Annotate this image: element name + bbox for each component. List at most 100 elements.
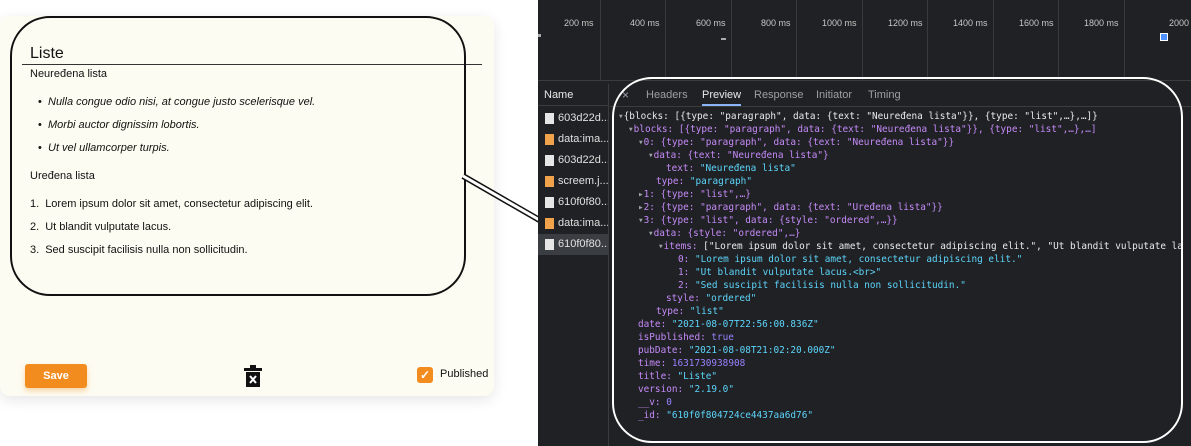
tree-value: "Lorem ipsum dolor sit amet, consectetur… (694, 254, 1023, 265)
tree-row: 0: "Lorem ipsum dolor sit amet, consecte… (678, 253, 1022, 266)
timeline-tick: 1800 ms (1084, 18, 1119, 28)
tree-key: items: (663, 241, 704, 252)
tree-row: isPublished: true (638, 331, 734, 344)
tree-row[interactable]: ▾blocks: [{type: "paragraph", data: {tex… (628, 123, 1096, 136)
image-icon (545, 133, 554, 145)
tree-value: "Sed suscipit facilisis nulla non sollic… (694, 280, 966, 291)
tree-value: "ordered" (705, 293, 757, 304)
paragraph-block-1[interactable]: Neuređena lista (30, 68, 107, 80)
tree-row: type: "list" (656, 305, 724, 318)
timeline-gridline (993, 0, 994, 80)
tree-row[interactable]: ▾items: ["Lorem ipsum dolor sit amet, co… (658, 240, 1183, 253)
tree-row[interactable]: ▾data: {style: "ordered",…} (648, 227, 800, 240)
tree-row: type: "paragraph" (656, 175, 752, 188)
list-item[interactable]: 2. Ut blandit vulputate lacus. (30, 221, 171, 233)
timeline-marker (1160, 33, 1168, 41)
tab-timing[interactable]: Timing (868, 84, 901, 106)
tree-row[interactable]: ▾0: {type: "paragraph", data: {text: "Ne… (638, 136, 954, 149)
timeline-gridline (600, 0, 601, 80)
request-name: 603d22d... (558, 112, 608, 124)
tree-value: "Neuređena lista" (699, 163, 796, 174)
timeline-tick: 1000 ms (822, 18, 857, 28)
timeline-gridline (1124, 0, 1125, 80)
list-item[interactable]: Nulla congue odio nisi, at congue justo … (38, 96, 315, 108)
list-text: Sed suscipit facilisis nulla non sollici… (45, 244, 248, 256)
timeline-tick: 2000 (1169, 18, 1190, 28)
tab-initiator[interactable]: Initiator (816, 84, 852, 106)
tree-row[interactable]: ▾{blocks: [{type: "paragraph", data: {te… (618, 110, 1098, 123)
list-item[interactable]: 3. Sed suscipit facilisis nulla non solli… (30, 244, 248, 256)
tree-row: 2: "Sed suscipit facilisis nulla non sol… (678, 279, 966, 292)
timeline-marker (538, 34, 541, 37)
timeline-gridline (927, 0, 928, 80)
tree-row: version: "2.19.0" (638, 383, 734, 396)
tree-value: "610f0f804724ce4437aa6d76" (666, 410, 813, 421)
published-checkbox[interactable]: ✓ (417, 367, 433, 383)
tab-headers[interactable]: Headers (646, 84, 688, 106)
list-number: 3. (30, 244, 40, 256)
tree-row: time: 1631730938908 (638, 357, 745, 370)
editor-card: Liste Neuređena lista Nulla congue odio … (0, 16, 494, 396)
request-row[interactable]: 603d22d... (538, 150, 608, 171)
tree-text: 2: {type: "paragraph", data: {text: "Ure… (643, 202, 943, 213)
tree-key: 0: (678, 254, 695, 265)
request-name: 610f0f80... (558, 238, 608, 250)
list-number: 2. (30, 221, 40, 233)
request-row-selected[interactable]: 610f0f80... (538, 234, 608, 255)
request-row[interactable]: 610f0f80... (538, 192, 608, 213)
tree-value: ["Lorem ipsum dolor sit amet, consectetu… (703, 241, 1183, 252)
json-preview: ▾{blocks: [{type: "paragraph", data: {te… (618, 110, 1191, 446)
file-icon (545, 238, 554, 250)
tree-key: version: (638, 384, 689, 395)
tree-key: style: (666, 293, 706, 304)
trash-icon[interactable] (244, 365, 262, 387)
tree-row: 1: "Ut blandit vulputate lacus.<br>" (678, 266, 881, 279)
tree-value: "2.19.0" (688, 384, 734, 395)
timeline-gridline (1058, 0, 1059, 80)
file-icon (545, 196, 554, 208)
request-name: 603d22d... (558, 154, 608, 166)
editor-title[interactable]: Liste (30, 45, 64, 63)
timeline-tick: 1400 ms (953, 18, 988, 28)
tree-row[interactable]: ▾data: {text: "Neuređena lista"} (648, 149, 829, 162)
request-row[interactable]: 603d22d... (538, 108, 608, 129)
request-row[interactable]: data:ima... (538, 213, 608, 234)
paragraph-block-2[interactable]: Uređena lista (30, 170, 95, 182)
tree-key: text: (666, 163, 700, 174)
tab-preview[interactable]: Preview (702, 84, 742, 106)
tree-value: true (711, 332, 734, 343)
devtools-panel: 200 ms 400 ms 600 ms 800 ms 1000 ms 1200… (538, 0, 1191, 446)
timeline-tick: 400 ms (630, 18, 660, 28)
save-button[interactable]: Save (25, 364, 87, 388)
tree-row: title: "Liste" (638, 370, 717, 383)
timeline-tick: 800 ms (761, 18, 791, 28)
close-icon[interactable]: × (622, 84, 629, 106)
timeline-tick: 1600 ms (1019, 18, 1054, 28)
tree-key: type: (656, 306, 690, 317)
tree-row: _id: "610f0f804724ce4437aa6d76" (638, 409, 813, 422)
tree-value: "list" (689, 306, 724, 317)
tree-text: blocks: [{type: "paragraph", data: {text… (633, 124, 1097, 135)
tree-key: _id: (638, 410, 667, 421)
tree-row[interactable]: ▾3: {type: "list", data: {style: "ordere… (638, 214, 898, 227)
tree-row[interactable]: ▸1: {type: "list",…} (638, 188, 751, 201)
network-timeline[interactable]: 200 ms 400 ms 600 ms 800 ms 1000 ms 1200… (538, 0, 1191, 81)
tab-response[interactable]: Response (754, 84, 804, 106)
list-item[interactable]: Morbi auctor dignissim lobortis. (38, 119, 200, 131)
tree-value: "2021-08-08T21:02:20.000Z" (688, 345, 836, 356)
tree-key: title: (638, 371, 678, 382)
list-number: 1. (30, 198, 40, 210)
list-item[interactable]: Ut vel ullamcorper turpis. (38, 142, 170, 154)
timeline-gridline (731, 0, 732, 80)
name-column-header[interactable]: Name (538, 84, 608, 106)
tree-text: data: {style: "ordered",…} (653, 228, 801, 239)
published-label[interactable]: Published (440, 368, 488, 380)
list-item[interactable]: 1. Lorem ipsum dolor sit amet, consectetu… (30, 198, 313, 210)
request-row[interactable]: screem.j... (538, 171, 608, 192)
image-icon (545, 175, 554, 187)
tree-row[interactable]: ▸2: {type: "paragraph", data: {text: "Ur… (638, 201, 943, 214)
tree-text: 0: {type: "paragraph", data: {text: "Neu… (643, 137, 955, 148)
tree-row: style: "ordered" (666, 292, 756, 305)
request-row[interactable]: data:ima... (538, 129, 608, 150)
image-icon (545, 217, 554, 229)
